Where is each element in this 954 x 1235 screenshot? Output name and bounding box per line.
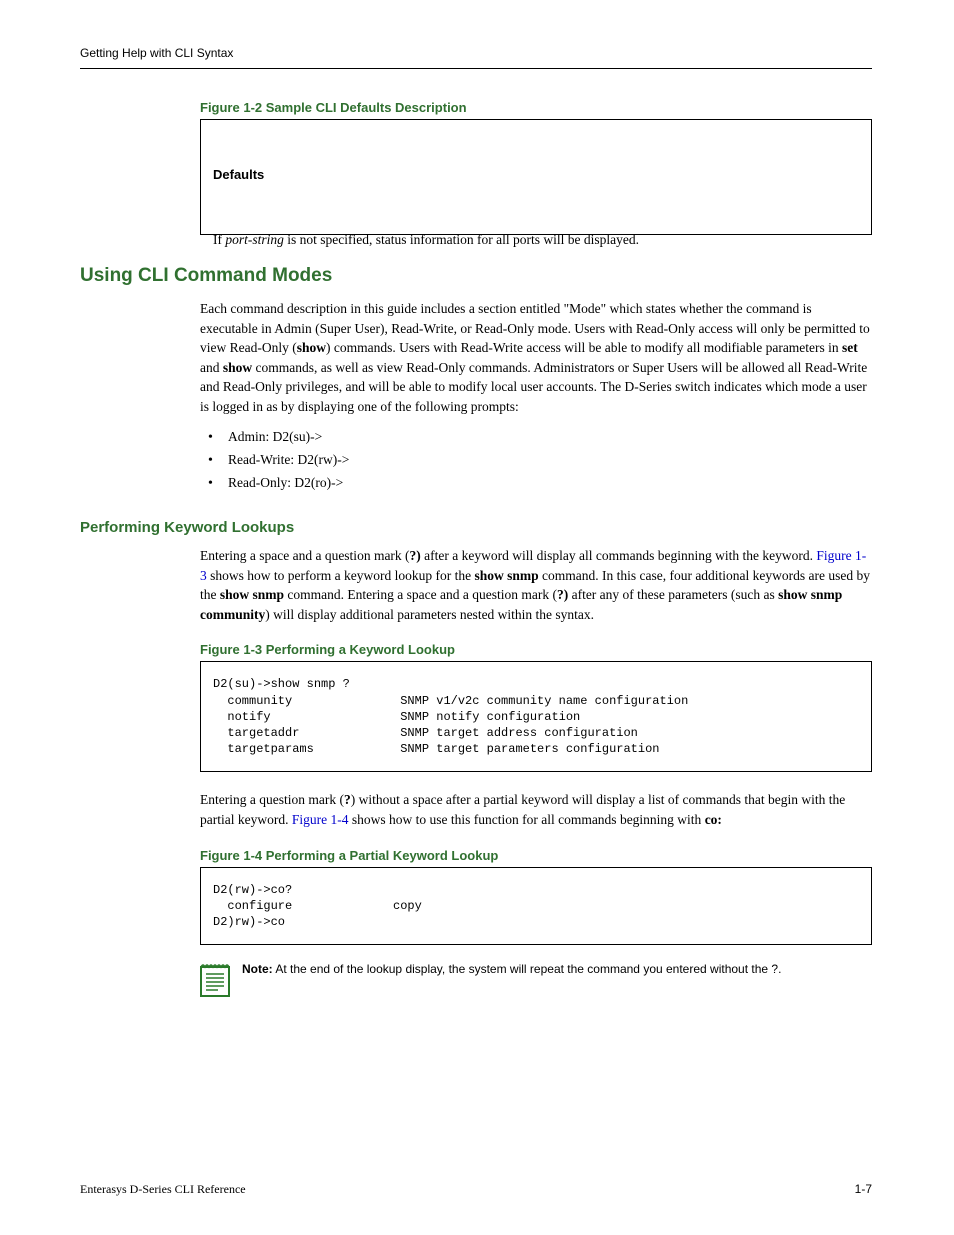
bullet-readonly: Read-Only: D2(ro)-> <box>200 472 872 495</box>
note-block: Note: At the end of the lookup display, … <box>200 961 872 1002</box>
modes-paragraph: Each command description in this guide i… <box>200 299 872 416</box>
footer-page-number: 1-7 <box>855 1182 872 1197</box>
defaults-label: Defaults <box>213 166 859 184</box>
running-header: Getting Help with CLI Syntax <box>80 46 233 60</box>
fig14-line1: D2(rw)->co? <box>213 883 292 897</box>
figure-1-3-caption: Figure 1-3 Performing a Keyword Lookup <box>200 642 872 657</box>
figure-1-2-text: If port-string is not specified, status … <box>213 230 859 250</box>
keyword-paragraph: Entering a space and a question mark (?)… <box>200 546 872 624</box>
fig13-line1: D2(su)->show snmp ? <box>213 677 350 691</box>
bullet-readwrite: Read-Write: D2(rw)-> <box>200 449 872 472</box>
fig13-line4: targetaddr SNMP target address configura… <box>213 726 638 740</box>
fig13-line2: community SNMP v1/v2c community name con… <box>213 694 688 708</box>
link-figure-1-4[interactable]: Figure 1-4 <box>292 812 349 827</box>
bullet-admin: Admin: D2(su)-> <box>200 426 872 449</box>
footer-title: Enterasys D-Series CLI Reference <box>80 1182 246 1197</box>
fig14-line3: D2)rw)->co <box>213 915 285 929</box>
note-icon <box>200 961 230 1002</box>
figure-1-4-box: D2(rw)->co? configure copy D2)rw)->co <box>200 867 872 946</box>
note-text: Note: At the end of the lookup display, … <box>242 961 872 978</box>
figure-1-4-caption: Figure 1-4 Performing a Partial Keyword … <box>200 848 872 863</box>
figure-1-3-box: D2(su)->show snmp ? community SNMP v1/v2… <box>200 661 872 772</box>
figure-1-2-box: Defaults If port-string is not specified… <box>200 119 872 235</box>
figure-1-2-caption: Figure 1-2 Sample CLI Defaults Descripti… <box>200 100 872 115</box>
header-rule <box>80 68 872 69</box>
fig13-line5: targetparams SNMP target parameters conf… <box>213 742 659 756</box>
modes-bullet-list: Admin: D2(su)-> Read-Write: D2(rw)-> Rea… <box>200 426 872 495</box>
fig14-line2: configure copy <box>213 899 422 913</box>
page-footer: Enterasys D-Series CLI Reference 1-7 <box>80 1182 872 1197</box>
fig13-line3: notify SNMP notify configuration <box>213 710 580 724</box>
heading-keyword-lookups: Performing Keyword Lookups <box>80 519 872 536</box>
page-content: Figure 1-2 Sample CLI Defaults Descripti… <box>200 100 872 1002</box>
partial-keyword-paragraph: Entering a question mark (?) without a s… <box>200 790 872 829</box>
